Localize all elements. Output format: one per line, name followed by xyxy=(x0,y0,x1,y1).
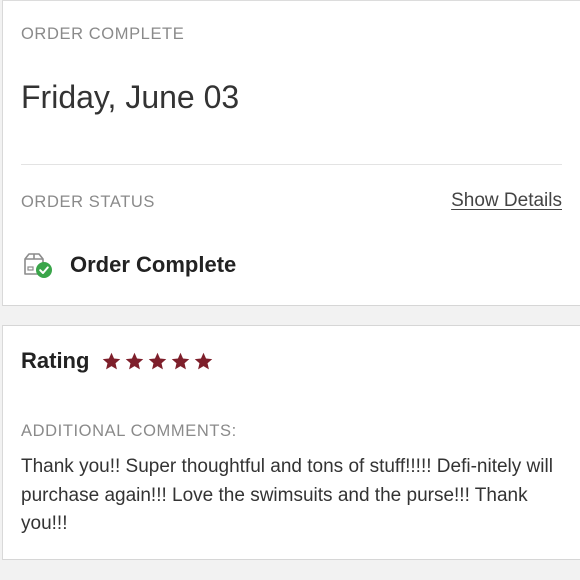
order-date: Friday, June 03 xyxy=(21,79,240,115)
star-rating xyxy=(101,351,216,372)
show-details-link[interactable]: Show Details xyxy=(451,190,562,212)
order-status-value: Order Complete xyxy=(70,252,237,277)
package-check-icon xyxy=(21,250,55,280)
section-divider xyxy=(21,164,562,165)
review-card: Rating ADDITIONAL COMMENTS: Thank you!! … xyxy=(2,325,580,560)
star-icon xyxy=(195,352,213,369)
star-icon xyxy=(149,352,167,369)
additional-comments-heading: ADDITIONAL COMMENTS: xyxy=(21,422,237,440)
rating-label: Rating xyxy=(21,348,90,373)
star-icon xyxy=(103,352,121,369)
order-status-heading: ORDER STATUS xyxy=(21,193,156,211)
order-status-row: Order Complete xyxy=(21,247,236,283)
comments-text: Thank you!! Super thoughtful and tons of… xyxy=(21,456,553,534)
star-icon xyxy=(172,352,190,369)
order-details-page: ORDER COMPLETE Friday, June 03 ORDER STA… xyxy=(0,0,580,580)
order-complete-heading: ORDER COMPLETE xyxy=(21,25,185,43)
order-summary-card: ORDER COMPLETE Friday, June 03 ORDER STA… xyxy=(2,0,580,306)
rating-row: Rating xyxy=(21,344,216,378)
star-icon xyxy=(126,352,144,369)
